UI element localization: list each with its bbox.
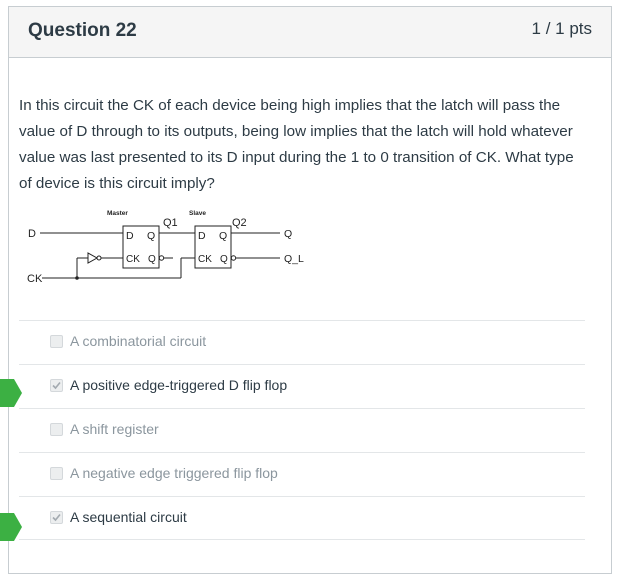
q1-label: Q1 [163,217,178,229]
master-q-pin: Q [147,230,155,242]
master-label: Master [107,210,128,217]
master-d-pin: D [126,230,134,242]
answer-checkbox[interactable] [50,423,63,436]
answer-checkbox-checked[interactable] [50,511,63,524]
answer-option-5[interactable]: A sequential circuit [19,496,585,540]
slave-q-pin: Q [219,230,227,242]
inverter-gate [87,252,99,264]
question-points: 1 / 1 pts [531,19,592,38]
question-prompt: In this circuit the CK of each device be… [19,97,574,192]
slave-qbar-pin: Q [220,254,228,265]
answer-option-1[interactable]: A combinatorial circuit [19,320,585,364]
correct-answer-arrow-icon [0,379,22,407]
answer-label: A positive edge-triggered D flip flop [70,377,288,393]
ql-output-label: Q_L [284,253,304,265]
slave-label: Slave [189,210,206,217]
answer-list: A combinatorial circuit A positive edge-… [19,320,585,540]
master-qbar-pin: Q [148,254,156,265]
slave-d-pin: D [198,230,206,242]
question-header: Question 22 1 / 1 pts [9,7,611,58]
answer-label: A sequential circuit [70,509,187,525]
checkmark-icon [52,381,61,390]
answer-label: A combinatorial circuit [70,333,207,349]
correct-answer-arrow-icon [0,513,22,541]
q-output-label: Q [284,228,292,240]
answer-checkbox[interactable] [50,467,63,480]
answer-checkbox-checked[interactable] [50,379,63,392]
answer-label: A shift register [70,421,159,437]
slave-ck-pin: CK [198,254,212,265]
d-input-label: D [28,228,36,240]
answer-option-3[interactable]: A shift register [19,408,585,452]
q2-label: Q2 [232,217,247,229]
answer-checkbox[interactable] [50,335,63,348]
answer-option-4[interactable]: A negative edge triggered flip flop [19,452,585,496]
master-ck-pin: CK [126,254,140,265]
ck-input-label: CK [27,273,43,285]
answer-label: A negative edge triggered flip flop [70,465,278,481]
answer-option-2[interactable]: A positive edge-triggered D flip flop [19,364,585,408]
question-title: Question 22 [28,20,137,41]
checkmark-icon [52,513,61,522]
master-slave-circuit-diagram: Master Slave D D Q CK Q Q1 D Q CK Q Q2 Q… [27,210,304,285]
